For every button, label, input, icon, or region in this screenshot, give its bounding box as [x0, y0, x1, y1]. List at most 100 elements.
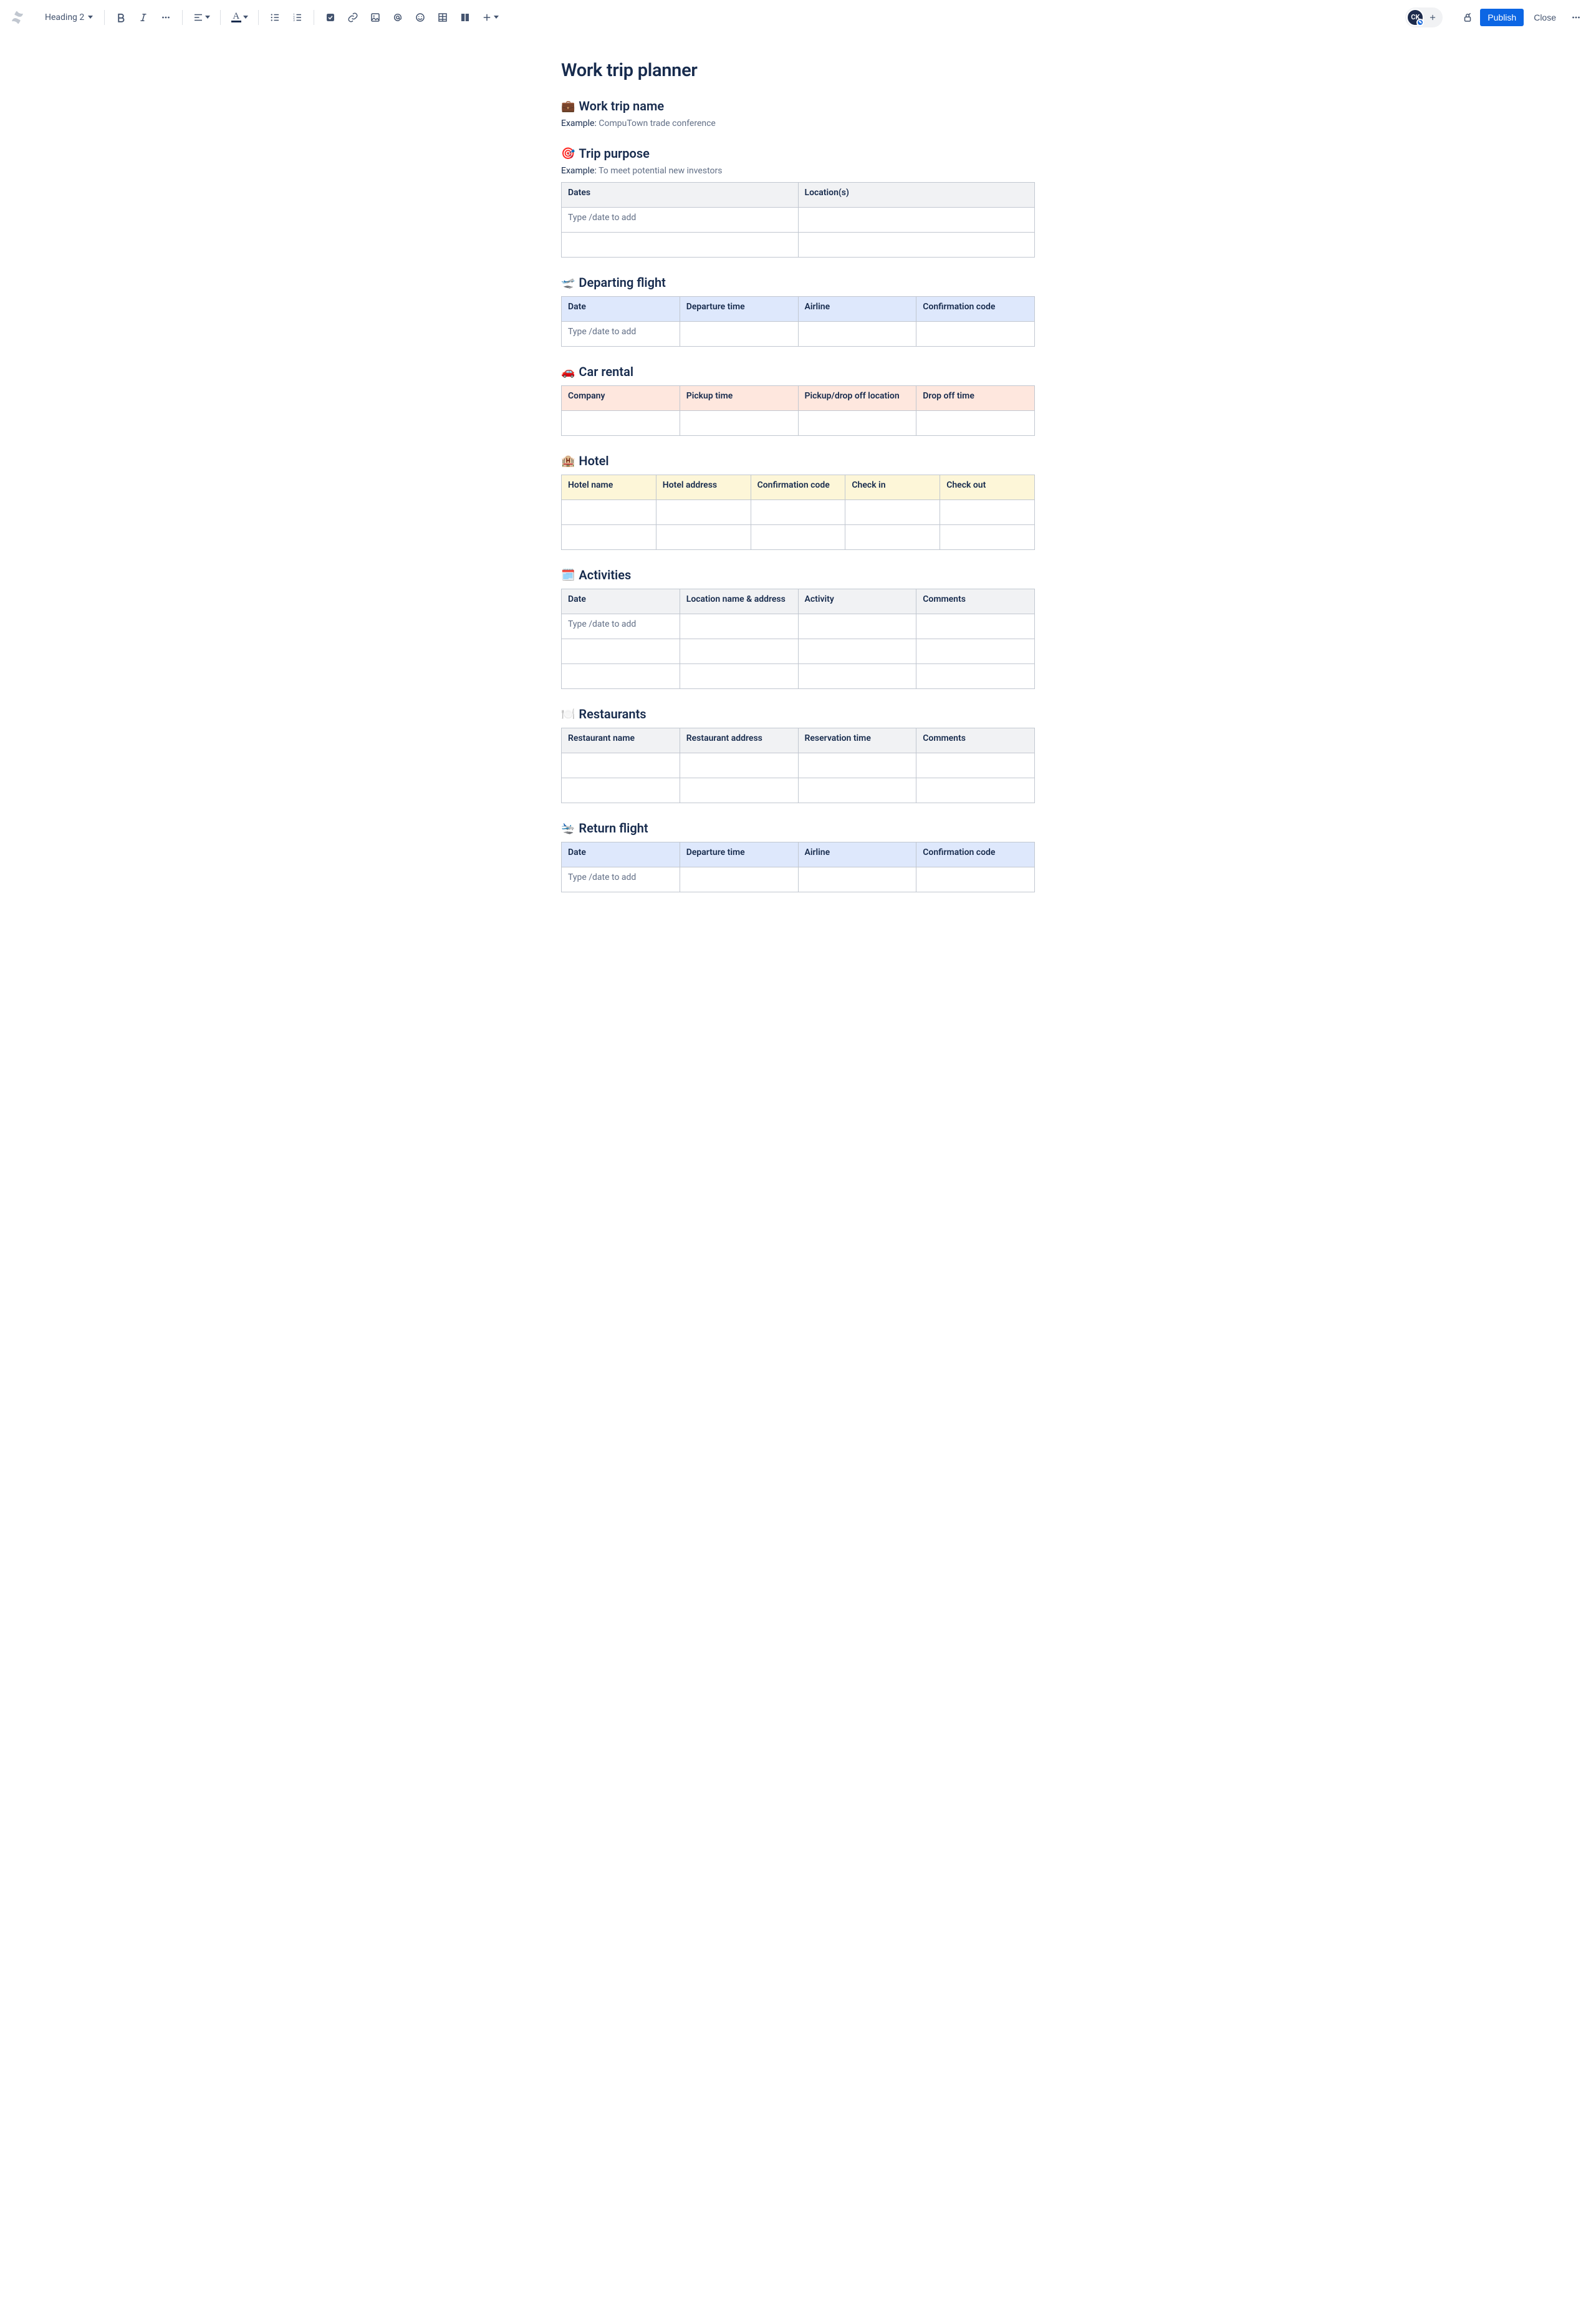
table-cell[interactable]	[845, 525, 940, 550]
table-cell[interactable]	[798, 753, 916, 778]
dates-locations-table[interactable]: Dates Location(s) Type /date to add	[561, 182, 1035, 258]
table-header[interactable]: Departure time	[680, 842, 798, 867]
publish-button[interactable]: Publish	[1480, 9, 1524, 26]
restrictions-button[interactable]	[1458, 7, 1478, 27]
table-header[interactable]: Confirmation code	[751, 475, 845, 500]
confluence-logo[interactable]	[10, 10, 25, 25]
table-cell[interactable]	[680, 778, 798, 803]
table-header[interactable]: Departure time	[680, 297, 798, 322]
table-header[interactable]: Check out	[940, 475, 1035, 500]
table-cell[interactable]	[798, 614, 916, 639]
section-trip-name[interactable]: 💼 Work trip name	[561, 99, 1035, 113]
table-cell[interactable]	[680, 639, 798, 664]
layouts-button[interactable]	[455, 7, 475, 27]
table-cell[interactable]	[562, 411, 680, 436]
section-trip-purpose[interactable]: 🎯 Trip purpose	[561, 146, 1035, 161]
table-cell[interactable]	[798, 664, 916, 689]
return-flight-table[interactable]: Date Departure time Airline Confirmation…	[561, 842, 1035, 892]
table-cell[interactable]	[916, 664, 1035, 689]
insert-button[interactable]	[478, 7, 502, 27]
text-style-select[interactable]: Heading 2	[40, 10, 98, 25]
table-cell[interactable]	[562, 778, 680, 803]
table-cell[interactable]	[680, 753, 798, 778]
section-car-rental[interactable]: 🚗 Car rental	[561, 364, 1035, 379]
table-header[interactable]: Date	[562, 842, 680, 867]
section-activities[interactable]: 🗓️ Activities	[561, 567, 1035, 582]
table-cell[interactable]	[751, 500, 845, 525]
table-cell[interactable]	[562, 664, 680, 689]
table-cell[interactable]	[562, 233, 799, 258]
trip-purpose-example[interactable]: Example: To meet potential new investors	[561, 166, 1035, 176]
table-header[interactable]: Restaurant address	[680, 728, 798, 753]
departing-flight-table[interactable]: Date Departure time Airline Confirmation…	[561, 296, 1035, 347]
table-cell[interactable]	[916, 778, 1035, 803]
align-button[interactable]	[189, 7, 214, 27]
table-cell[interactable]	[656, 525, 751, 550]
table-header[interactable]: Confirmation code	[916, 842, 1035, 867]
table-row[interactable]: Type /date to add	[562, 614, 1035, 639]
table-header[interactable]: Hotel name	[562, 475, 656, 500]
restaurants-table[interactable]: Restaurant name Restaurant address Reser…	[561, 728, 1035, 803]
table-row[interactable]	[562, 778, 1035, 803]
table-header[interactable]: Restaurant name	[562, 728, 680, 753]
trip-name-example[interactable]: Example: CompuTown trade conference	[561, 118, 1035, 128]
table-cell[interactable]	[562, 500, 656, 525]
table-row[interactable]	[562, 525, 1035, 550]
section-departing-flight[interactable]: 🛫 Departing flight	[561, 275, 1035, 290]
numbered-list-button[interactable]: 123	[287, 7, 307, 27]
table-cell[interactable]	[940, 500, 1035, 525]
section-restaurants[interactable]: 🍽️ Restaurants	[561, 707, 1035, 721]
table-cell[interactable]	[798, 639, 916, 664]
table-button[interactable]	[433, 7, 453, 27]
table-cell[interactable]	[940, 525, 1035, 550]
table-cell[interactable]	[680, 867, 798, 892]
table-row[interactable]	[562, 753, 1035, 778]
section-return-flight[interactable]: 🛬 Return flight	[561, 821, 1035, 836]
page-title[interactable]: Work trip planner	[561, 60, 1035, 81]
table-cell[interactable]	[798, 233, 1035, 258]
table-cell[interactable]	[562, 639, 680, 664]
table-header[interactable]: Location name & address	[680, 589, 798, 614]
table-cell[interactable]	[916, 322, 1035, 347]
table-cell[interactable]	[916, 753, 1035, 778]
italic-button[interactable]	[133, 7, 153, 27]
table-cell[interactable]: Type /date to add	[562, 208, 799, 233]
image-button[interactable]	[365, 7, 385, 27]
hotel-table[interactable]: Hotel name Hotel address Confirmation co…	[561, 475, 1035, 550]
table-cell[interactable]	[798, 208, 1035, 233]
table-row[interactable]	[562, 639, 1035, 664]
table-cell[interactable]	[751, 525, 845, 550]
table-header[interactable]: Drop off time	[916, 386, 1035, 411]
table-header[interactable]: Date	[562, 297, 680, 322]
text-color-button[interactable]: A	[227, 7, 252, 27]
more-actions-button[interactable]	[1566, 7, 1586, 27]
table-header[interactable]: Check in	[845, 475, 940, 500]
table-row[interactable]	[562, 500, 1035, 525]
activities-table[interactable]: Date Location name & address Activity Co…	[561, 589, 1035, 689]
table-cell[interactable]: Type /date to add	[562, 322, 680, 347]
add-collaborator-button[interactable]	[1424, 9, 1441, 26]
table-row[interactable]	[562, 233, 1035, 258]
table-header[interactable]: Hotel address	[656, 475, 751, 500]
table-header[interactable]: Confirmation code	[916, 297, 1035, 322]
table-row[interactable]: Type /date to add	[562, 322, 1035, 347]
link-button[interactable]	[343, 7, 363, 27]
table-cell[interactable]	[798, 778, 916, 803]
table-cell[interactable]	[916, 639, 1035, 664]
table-header[interactable]: Reservation time	[798, 728, 916, 753]
table-row[interactable]	[562, 411, 1035, 436]
bullet-list-button[interactable]	[265, 7, 285, 27]
editor-content[interactable]: Work trip planner 💼 Work trip name Examp…	[561, 35, 1035, 930]
mention-button[interactable]	[388, 7, 408, 27]
table-cell[interactable]	[798, 411, 916, 436]
table-row[interactable]: Type /date to add	[562, 208, 1035, 233]
table-header[interactable]: Comments	[916, 728, 1035, 753]
table-row[interactable]	[562, 664, 1035, 689]
table-header[interactable]: Airline	[798, 842, 916, 867]
table-cell[interactable]	[656, 500, 751, 525]
table-cell[interactable]: Type /date to add	[562, 867, 680, 892]
table-cell[interactable]	[562, 753, 680, 778]
car-rental-table[interactable]: Company Pickup time Pickup/drop off loca…	[561, 385, 1035, 436]
table-cell[interactable]	[798, 322, 916, 347]
bold-button[interactable]	[111, 7, 131, 27]
